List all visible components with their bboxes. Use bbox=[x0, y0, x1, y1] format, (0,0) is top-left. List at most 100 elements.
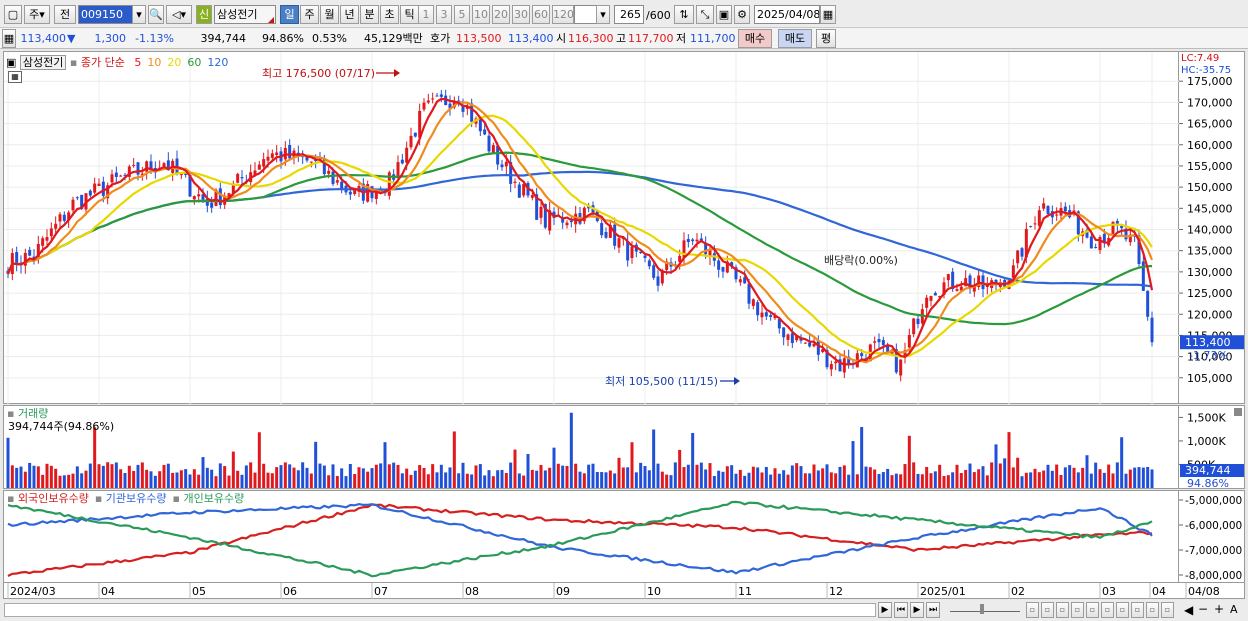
minute-120-button[interactable]: 120 bbox=[552, 5, 574, 24]
period-2-button[interactable]: 월 bbox=[320, 5, 339, 24]
volume-bar bbox=[335, 475, 339, 488]
volume-bar bbox=[318, 463, 322, 488]
buy-button[interactable]: 매수 bbox=[738, 29, 772, 48]
play-icon[interactable]: ▶ bbox=[910, 602, 924, 618]
volume-bar bbox=[929, 473, 933, 488]
narrow-icon[interactable]: ▫ bbox=[1131, 602, 1144, 618]
volume-bar bbox=[673, 462, 677, 488]
volume-bar bbox=[370, 468, 374, 488]
count-input[interactable]: 265 bbox=[614, 5, 644, 24]
box-icon[interactable]: ▫ bbox=[1056, 602, 1069, 618]
volume-bar bbox=[617, 457, 621, 488]
mark-icon[interactable]: ▫ bbox=[1086, 602, 1099, 618]
volume-bar bbox=[920, 474, 924, 488]
zoom-handle[interactable] bbox=[980, 604, 984, 614]
eval-button[interactable]: 평 bbox=[816, 29, 836, 48]
zoom-out-icon[interactable]: − bbox=[1198, 602, 1208, 616]
minute-1-button[interactable]: 1 bbox=[418, 5, 434, 24]
volume-bar bbox=[58, 475, 62, 488]
candle-body bbox=[500, 164, 504, 168]
volume-bar bbox=[868, 467, 872, 488]
zoom-in-icon[interactable]: + bbox=[1214, 602, 1224, 616]
volume-bar bbox=[396, 464, 400, 488]
x-label: 07 bbox=[374, 585, 388, 598]
minute-30-button[interactable]: 30 bbox=[512, 5, 530, 24]
candle-body bbox=[504, 161, 508, 167]
period-4-button[interactable]: 분 bbox=[360, 5, 379, 24]
volume-bar bbox=[327, 475, 331, 488]
grid2-icon[interactable]: ▫ bbox=[1161, 602, 1174, 618]
scroll-first-icon[interactable]: ⏮ bbox=[894, 602, 908, 618]
minute-10-button[interactable]: 10 bbox=[472, 5, 490, 24]
gear-icon[interactable]: ⚙ bbox=[734, 5, 750, 24]
quote-toggle-icon[interactable]: ▦ bbox=[2, 29, 16, 48]
minute-60-button[interactable]: 60 bbox=[532, 5, 550, 24]
price-tick-label: 175,000 bbox=[1187, 75, 1233, 88]
copy-icon[interactable]: ▫ bbox=[1101, 602, 1114, 618]
minute-dropdown-icon[interactable]: ▾ bbox=[596, 5, 610, 24]
period-6-button[interactable]: 틱 bbox=[400, 5, 419, 24]
candle-body bbox=[1055, 214, 1059, 216]
price-pane[interactable]: 최고 176,500 (07/17) 최저 105,500 (11/15) 배당락(… bbox=[3, 51, 1180, 405]
volume-bar bbox=[608, 470, 612, 488]
candle-body bbox=[409, 135, 413, 148]
stock-tag[interactable]: 삼성전기 bbox=[19, 55, 67, 70]
volume-bar bbox=[786, 474, 790, 488]
wide-icon[interactable]: ▫ bbox=[1116, 602, 1129, 618]
scroll-right-icon[interactable]: ▶ bbox=[878, 602, 892, 618]
volume-bar bbox=[266, 472, 270, 488]
mode-button[interactable]: 전 bbox=[54, 5, 76, 24]
tool-icon[interactable]: ⤡ bbox=[696, 5, 714, 24]
kind-select[interactable]: 주▾ bbox=[24, 5, 50, 24]
volume-bar bbox=[873, 469, 877, 488]
x-label: 06 bbox=[283, 585, 297, 598]
volume-bar bbox=[132, 470, 136, 488]
window-menu-icon[interactable]: ▢ bbox=[4, 5, 22, 24]
drag-icon[interactable]: ▫ bbox=[1071, 602, 1084, 618]
volume-pane[interactable]: ▪ 거래량 394,744주(94.86%) bbox=[3, 405, 1179, 489]
holding-pane[interactable]: ▪ 외국인보유수량 ▪ 기관보유수량 ▪ 개인보유수량 bbox=[3, 490, 1179, 583]
volume-bar bbox=[851, 441, 855, 488]
volume-bar bbox=[738, 469, 742, 488]
volume-bar bbox=[366, 471, 370, 488]
minute-3-button[interactable]: 3 bbox=[436, 5, 452, 24]
grid-icon[interactable]: ▫ bbox=[1026, 602, 1039, 618]
period-0-button[interactable]: 일 bbox=[280, 5, 299, 24]
volume-bar bbox=[331, 464, 335, 488]
calendar-icon[interactable]: ▦ bbox=[820, 5, 836, 24]
font-size-icon[interactable]: A bbox=[1230, 603, 1238, 616]
minute-5-button[interactable]: 5 bbox=[454, 5, 470, 24]
scroll-left-icon[interactable]: ◀ bbox=[1184, 603, 1193, 617]
period-1-button[interactable]: 주 bbox=[300, 5, 319, 24]
period-5-button[interactable]: 초 bbox=[380, 5, 399, 24]
scrollbar-track[interactable] bbox=[4, 603, 876, 617]
save-icon[interactable]: ▣ bbox=[716, 5, 732, 24]
ma-60-line bbox=[6, 151, 1153, 326]
count-total: /600 bbox=[646, 9, 671, 22]
candle-body bbox=[760, 312, 764, 318]
search-icon[interactable]: 🔍 bbox=[148, 5, 164, 24]
code-dropdown-icon[interactable]: ▾ bbox=[132, 5, 146, 24]
volume-bar bbox=[383, 442, 387, 488]
table-icon[interactable]: ▦ bbox=[8, 71, 22, 83]
candle-body bbox=[426, 100, 430, 103]
volume-bar bbox=[630, 442, 634, 488]
zoom-slider[interactable] bbox=[950, 604, 1020, 614]
date-input[interactable]: 2025/04/08 bbox=[754, 5, 820, 24]
collapse-icon[interactable]: ▣ bbox=[6, 56, 16, 69]
volume-bar bbox=[1050, 470, 1054, 488]
volume-bar bbox=[244, 465, 248, 488]
link-icon[interactable]: ▫ bbox=[1146, 602, 1159, 618]
speaker-icon[interactable]: ◁▾ bbox=[166, 5, 192, 24]
minute-20-button[interactable]: 20 bbox=[492, 5, 510, 24]
sell-button[interactable]: 매도 bbox=[778, 29, 812, 48]
volume-bar bbox=[769, 474, 773, 488]
scroll-last-icon[interactable]: ⏭ bbox=[926, 602, 940, 618]
volume-bar bbox=[80, 473, 84, 488]
candle-body bbox=[348, 191, 352, 195]
stock-code-input[interactable]: 009150 bbox=[78, 5, 138, 24]
chart-type-icon[interactable]: ⇅ bbox=[674, 5, 694, 24]
x-label: 04 bbox=[101, 585, 115, 598]
layers-icon[interactable]: ▫ bbox=[1041, 602, 1054, 618]
period-3-button[interactable]: 년 bbox=[340, 5, 359, 24]
